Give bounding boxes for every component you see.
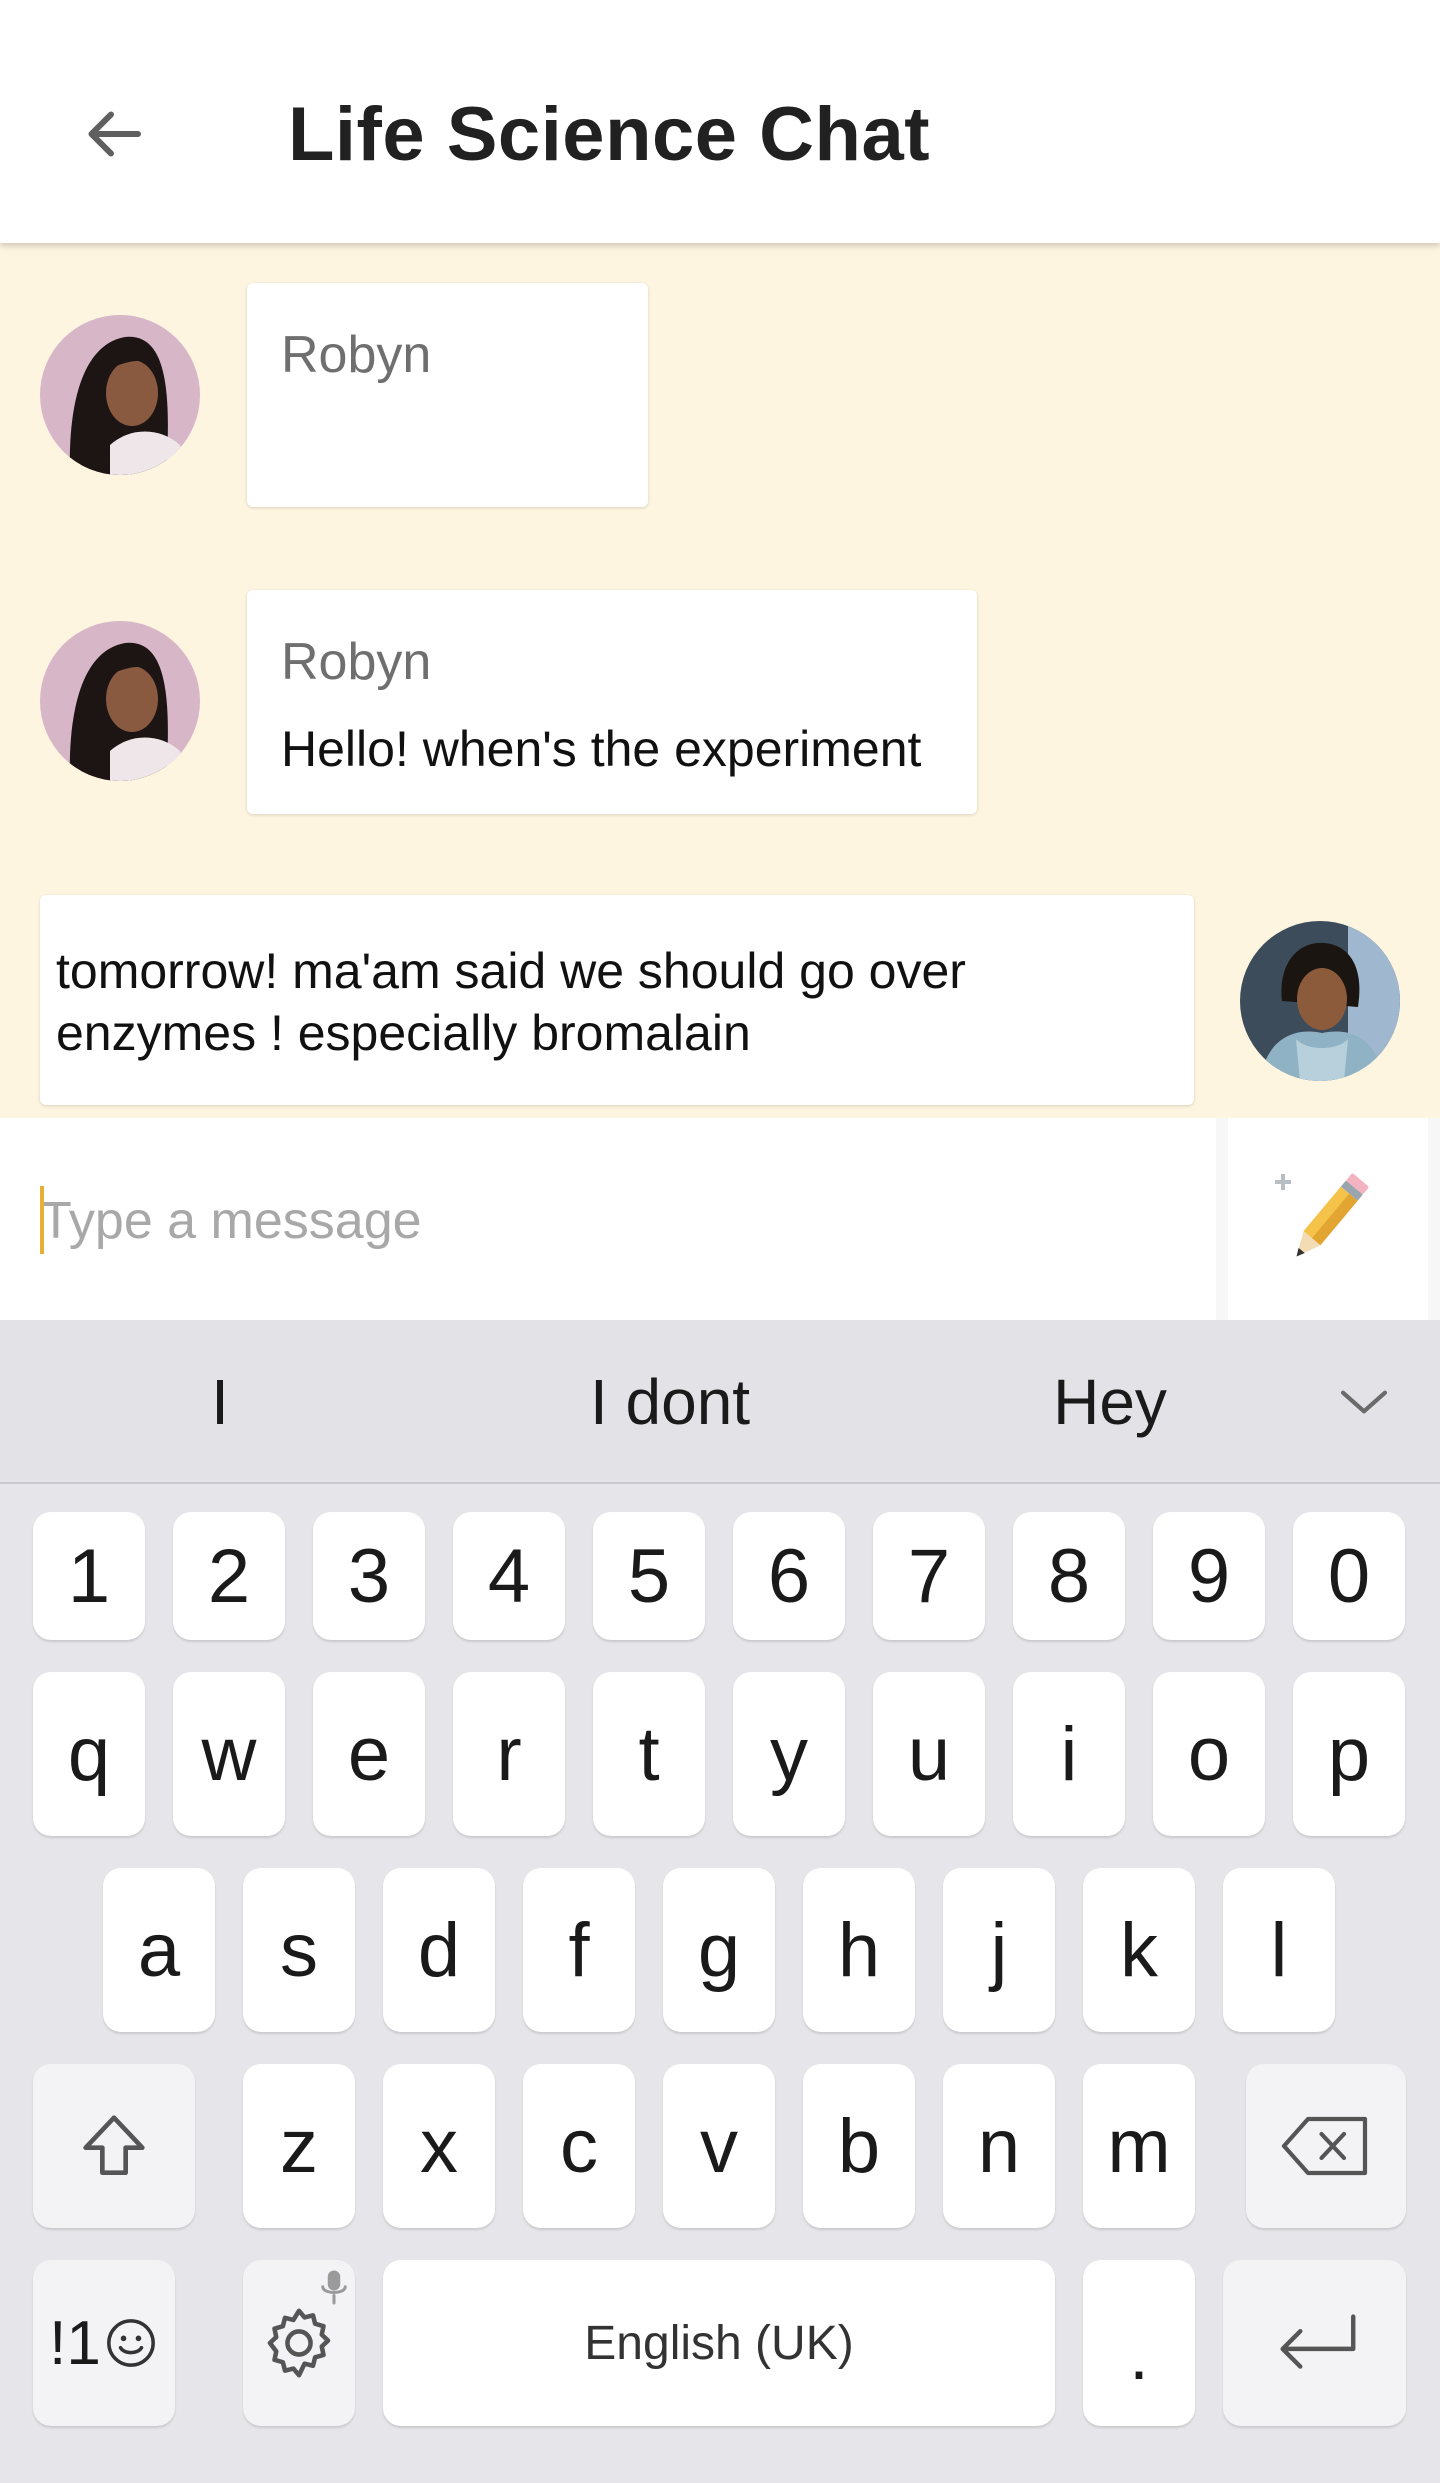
compose-button[interactable] bbox=[1228, 1118, 1428, 1320]
message-text: Hello! when's the experiment bbox=[281, 721, 922, 777]
key-k[interactable]: k bbox=[1083, 1868, 1195, 2032]
key-7[interactable]: 7 bbox=[873, 1512, 985, 1640]
key-1[interactable]: 1 bbox=[33, 1512, 145, 1640]
smiley-icon bbox=[106, 2319, 155, 2367]
settings-key[interactable] bbox=[243, 2260, 355, 2426]
keyboard: I I dont Hey 1 2 3 4 5 6 7 8 9 0 q w e r… bbox=[0, 1320, 1440, 2483]
page-title: Life Science Chat bbox=[288, 91, 931, 177]
message-bubble[interactable]: Robyn bbox=[247, 283, 648, 507]
own-avatar-image bbox=[1240, 921, 1400, 1081]
suggestion-2[interactable]: I dont bbox=[520, 1320, 820, 1484]
key-2[interactable]: 2 bbox=[173, 1512, 285, 1640]
own-message-bubble[interactable]: tomorrow! ma'am said we should go over e… bbox=[40, 895, 1194, 1105]
key-x[interactable]: x bbox=[383, 2064, 495, 2228]
key-u[interactable]: u bbox=[873, 1672, 985, 1836]
symbols-emoji-key[interactable]: !1 bbox=[33, 2260, 175, 2426]
chat-area[interactable]: Robyn Robyn Hello! when's the experiment… bbox=[0, 243, 1440, 1118]
key-y[interactable]: y bbox=[733, 1672, 845, 1836]
key-t[interactable]: t bbox=[593, 1672, 705, 1836]
key-6[interactable]: 6 bbox=[733, 1512, 845, 1640]
own-avatar[interactable] bbox=[1240, 921, 1400, 1081]
robyn-avatar bbox=[40, 621, 200, 781]
suggestion-1[interactable]: I bbox=[80, 1320, 360, 1484]
enter-icon bbox=[1279, 2314, 1355, 2369]
pencil-icon bbox=[1275, 1173, 1369, 1257]
key-d[interactable]: d bbox=[383, 1868, 495, 2032]
backspace-key[interactable] bbox=[1246, 2064, 1406, 2228]
chevron-down-icon bbox=[1340, 1390, 1388, 1414]
key-q[interactable]: q bbox=[33, 1672, 145, 1836]
app-bar: Life Science Chat bbox=[0, 0, 1440, 243]
key-f[interactable]: f bbox=[523, 1868, 635, 2032]
message-bubble[interactable]: Robyn Hello! when's the experiment bbox=[247, 590, 977, 814]
text-caret bbox=[40, 1186, 44, 1254]
shift-icon bbox=[83, 2115, 145, 2175]
key-0[interactable]: 0 bbox=[1293, 1512, 1405, 1640]
robyn-avatar bbox=[40, 315, 200, 475]
key-e[interactable]: e bbox=[313, 1672, 425, 1836]
suggestion-bar: I I dont Hey bbox=[0, 1320, 1440, 1484]
key-o[interactable]: o bbox=[1153, 1672, 1265, 1836]
key-9[interactable]: 9 bbox=[1153, 1512, 1265, 1640]
key-4[interactable]: 4 bbox=[453, 1512, 565, 1640]
key-l[interactable]: l bbox=[1223, 1868, 1335, 2032]
key-c[interactable]: c bbox=[523, 2064, 635, 2228]
gear-icon bbox=[267, 2308, 331, 2378]
key-n[interactable]: n bbox=[943, 2064, 1055, 2228]
key-p[interactable]: p bbox=[1293, 1672, 1405, 1836]
symbols-label: !1 bbox=[49, 2308, 101, 2378]
key-h[interactable]: h bbox=[803, 1868, 915, 2032]
expand-suggestions-button[interactable] bbox=[1326, 1364, 1402, 1440]
key-r[interactable]: r bbox=[453, 1672, 565, 1836]
key-m[interactable]: m bbox=[1083, 2064, 1195, 2228]
sender-name: Robyn bbox=[281, 633, 432, 691]
shift-key[interactable] bbox=[33, 2064, 195, 2228]
key-3[interactable]: 3 bbox=[313, 1512, 425, 1640]
period-key[interactable]: . bbox=[1083, 2260, 1195, 2426]
sender-name: Robyn bbox=[281, 326, 432, 384]
key-v[interactable]: v bbox=[663, 2064, 775, 2228]
key-b[interactable]: b bbox=[803, 2064, 915, 2228]
arrow-left-icon bbox=[88, 111, 141, 157]
message-input[interactable] bbox=[0, 1118, 1216, 1320]
space-key[interactable]: English (UK) bbox=[383, 2260, 1055, 2426]
key-8[interactable]: 8 bbox=[1013, 1512, 1125, 1640]
enter-key[interactable] bbox=[1223, 2260, 1406, 2426]
key-j[interactable]: j bbox=[943, 1868, 1055, 2032]
message-text: tomorrow! ma'am said we should go over e… bbox=[56, 943, 966, 1061]
key-z[interactable]: z bbox=[243, 2064, 355, 2228]
suggestion-3[interactable]: Hey bbox=[960, 1320, 1260, 1484]
message-composer bbox=[0, 1118, 1440, 1320]
backspace-icon bbox=[1281, 2116, 1368, 2176]
avatar[interactable] bbox=[40, 315, 200, 475]
key-5[interactable]: 5 bbox=[593, 1512, 705, 1640]
period-label: . bbox=[1129, 2316, 1149, 2394]
back-button[interactable] bbox=[68, 88, 160, 180]
mic-icon bbox=[321, 2270, 347, 2305]
key-a[interactable]: a bbox=[103, 1868, 215, 2032]
key-g[interactable]: g bbox=[663, 1868, 775, 2032]
avatar[interactable] bbox=[40, 621, 200, 781]
key-s[interactable]: s bbox=[243, 1868, 355, 2032]
key-w[interactable]: w bbox=[173, 1672, 285, 1836]
key-i[interactable]: i bbox=[1013, 1672, 1125, 1836]
